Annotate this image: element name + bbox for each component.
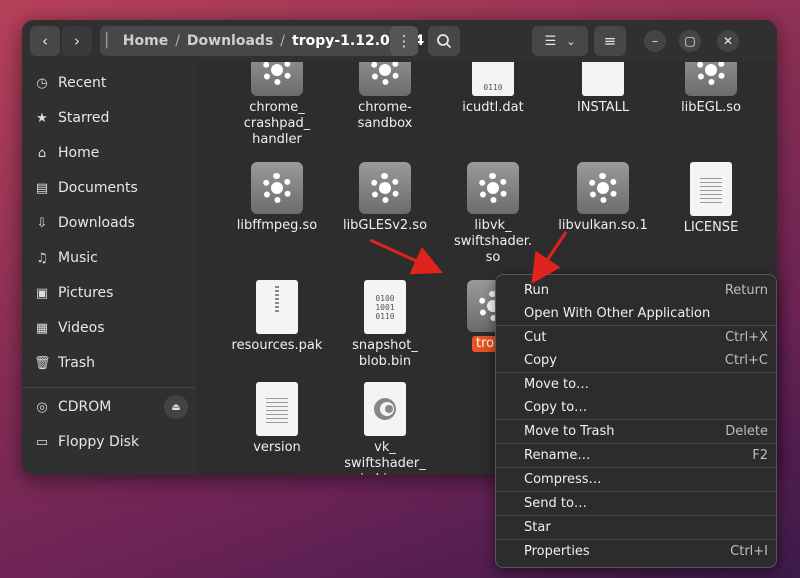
arrow-to-tropy	[369, 238, 443, 275]
annotation-arrows	[369, 231, 568, 284]
arrow-to-run	[531, 231, 568, 284]
